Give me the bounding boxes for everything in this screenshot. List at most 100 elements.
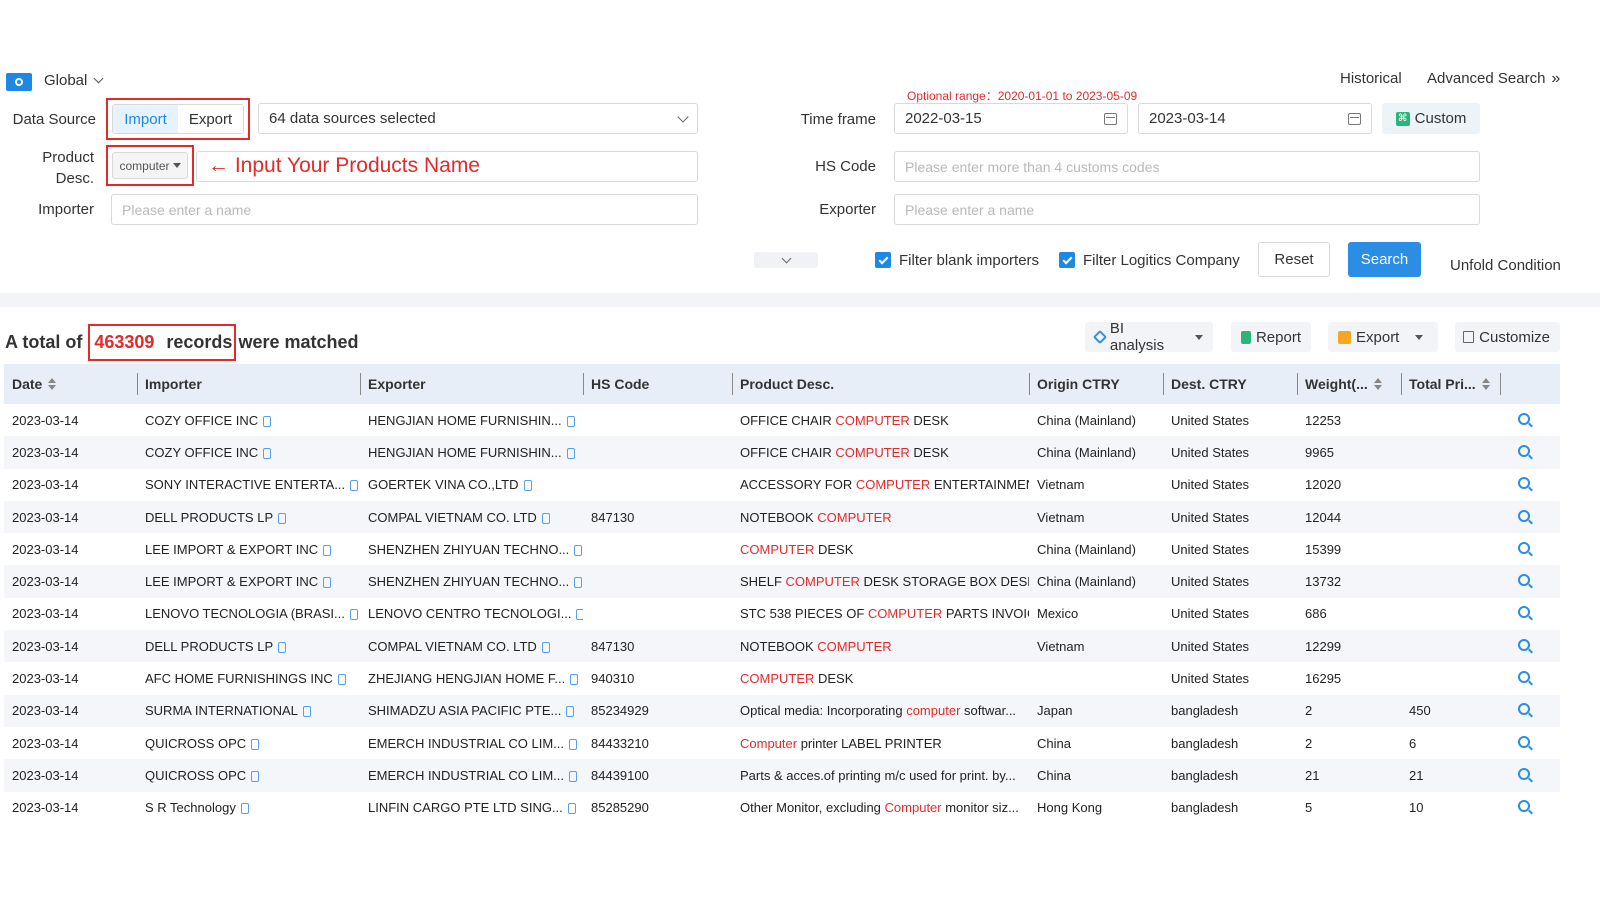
search-button[interactable]: Search (1348, 242, 1421, 277)
bi-analysis-button[interactable]: BI analysis (1085, 320, 1213, 354)
search-icon[interactable] (1518, 444, 1530, 457)
copy-icon[interactable] (541, 641, 550, 653)
copy-icon[interactable] (568, 770, 577, 782)
export-button[interactable]: Export (1328, 322, 1438, 352)
cell-importer[interactable]: S R Technology (137, 800, 360, 815)
search-icon[interactable] (1518, 671, 1530, 684)
import-tab[interactable]: Import (113, 105, 178, 133)
copy-icon[interactable] (278, 641, 287, 653)
cell-exporter[interactable]: GOERTEK VINA CO.,LTD (360, 477, 583, 492)
custom-range-button[interactable]: ⌘ Custom (1382, 103, 1480, 134)
sort-icon[interactable] (48, 378, 57, 390)
table-row[interactable]: 2023-03-14 COZY OFFICE INC HENGJIAN HOME F… (4, 436, 1560, 469)
cell-importer[interactable]: QUICROSS OPC (137, 768, 360, 783)
data-sources-select[interactable]: 64 data sources selected (258, 103, 698, 134)
filter-logistics-company[interactable]: Filter Logitics Company (1059, 251, 1240, 269)
search-icon[interactable] (1518, 477, 1530, 490)
col-weight[interactable]: Weight(... (1297, 364, 1401, 404)
copy-icon[interactable] (337, 674, 346, 686)
table-row[interactable]: 2023-03-14 LEE IMPORT & EXPORT INC SHENZHE… (4, 533, 1560, 565)
product-match-select[interactable]: computer (112, 152, 188, 179)
table-row[interactable]: 2023-03-14 QUICROSS OPC EMERCH INDUSTRIAL … (4, 727, 1560, 759)
collapse-toggle[interactable] (754, 252, 818, 268)
cell-exporter[interactable]: COMPAL VIETNAM CO. LTD (360, 639, 583, 654)
copy-icon[interactable] (263, 415, 272, 427)
cell-exporter[interactable]: ZHEJIANG HENGJIAN HOME F... (360, 671, 583, 686)
copy-icon[interactable] (574, 544, 583, 556)
search-icon[interactable] (1518, 574, 1530, 587)
cell-importer[interactable]: COZY OFFICE INC (137, 445, 360, 460)
col-total-price[interactable]: Total Pri... (1401, 364, 1500, 404)
copy-icon[interactable] (350, 480, 359, 492)
table-row[interactable]: 2023-03-14 QUICROSS OPC EMERCH INDUSTRIAL … (4, 759, 1560, 792)
table-row[interactable]: 2023-03-14 DELL PRODUCTS LP COMPAL VIETNAM… (4, 630, 1560, 663)
scope-selector[interactable]: Global (44, 72, 104, 89)
cell-exporter[interactable]: SHENZHEN ZHIYUAN TECHNO... (360, 542, 583, 557)
checkbox-checked-icon[interactable] (1059, 252, 1075, 269)
cell-exporter[interactable]: SHIMADZU ASIA PACIFIC PTE... (360, 703, 583, 718)
copy-icon[interactable] (566, 448, 575, 459)
date-from-input[interactable]: 2022-03-15 (894, 103, 1128, 134)
cell-importer[interactable]: QUICROSS OPC (137, 736, 360, 751)
search-icon[interactable] (1518, 767, 1530, 780)
copy-icon[interactable] (263, 448, 272, 459)
exporter-input[interactable] (894, 194, 1480, 225)
copy-icon[interactable] (568, 738, 577, 750)
cell-importer[interactable]: SONY INTERACTIVE ENTERTA... (137, 477, 360, 492)
copy-icon[interactable] (323, 544, 332, 556)
unfold-condition-link[interactable]: Unfold Condition (1450, 257, 1561, 274)
search-icon[interactable] (1518, 735, 1530, 748)
cell-exporter[interactable]: LENOVO CENTRO TECNOLOGI... (360, 606, 583, 621)
cell-exporter[interactable]: HENGJIAN HOME FURNISHIN... (360, 445, 583, 460)
cell-importer[interactable]: LENOVO TECNOLOGIA (BRASI... (137, 606, 360, 621)
cell-exporter[interactable]: SHENZHEN ZHIYUAN TECHNO... (360, 574, 583, 589)
copy-icon[interactable] (570, 674, 579, 686)
search-icon[interactable] (1518, 541, 1530, 554)
cell-importer[interactable]: SURMA INTERNATIONAL (137, 703, 360, 718)
filter-blank-importers[interactable]: Filter blank importers (875, 251, 1039, 269)
table-row[interactable]: 2023-03-14 DELL PRODUCTS LP COMPAL VIETNAM… (4, 500, 1560, 534)
globe-icon[interactable] (6, 73, 32, 91)
search-icon[interactable] (1518, 703, 1530, 716)
cell-importer[interactable]: LEE IMPORT & EXPORT INC (137, 542, 360, 557)
cell-importer[interactable]: DELL PRODUCTS LP (137, 510, 360, 525)
copy-icon[interactable] (349, 609, 358, 621)
copy-icon[interactable] (576, 609, 583, 621)
copy-icon[interactable] (566, 706, 575, 718)
copy-icon[interactable] (240, 803, 249, 815)
search-icon[interactable] (1518, 412, 1530, 425)
advanced-search-link[interactable]: Advanced Search » (1427, 70, 1560, 88)
copy-icon[interactable] (251, 738, 260, 750)
cell-importer[interactable]: LEE IMPORT & EXPORT INC (137, 574, 360, 589)
table-row[interactable]: 2023-03-14 S R Technology LINFIN CARGO PTE… (4, 792, 1560, 824)
search-icon[interactable] (1518, 638, 1530, 651)
sort-icon[interactable] (1373, 378, 1382, 390)
cell-importer[interactable]: DELL PRODUCTS LP (137, 639, 360, 654)
cell-exporter[interactable]: HENGJIAN HOME FURNISHIN... (360, 413, 583, 428)
copy-icon[interactable] (567, 803, 576, 815)
checkbox-checked-icon[interactable] (875, 252, 891, 269)
copy-icon[interactable] (323, 577, 332, 589)
search-icon[interactable] (1518, 509, 1530, 522)
cell-exporter[interactable]: COMPAL VIETNAM CO. LTD (360, 510, 583, 525)
table-row[interactable]: 2023-03-14 COZY OFFICE INC HENGJIAN HOME F… (4, 404, 1560, 436)
col-date[interactable]: Date (4, 364, 137, 404)
cell-importer[interactable]: COZY OFFICE INC (137, 413, 360, 428)
copy-icon[interactable] (541, 512, 550, 524)
customize-button[interactable]: Customize (1455, 322, 1560, 352)
cell-importer[interactable]: AFC HOME FURNISHINGS INC (137, 671, 360, 686)
copy-icon[interactable] (302, 706, 311, 718)
copy-icon[interactable] (574, 577, 583, 589)
date-to-input[interactable]: 2023-03-14 (1138, 103, 1372, 134)
sort-icon[interactable] (1481, 378, 1490, 390)
hs-code-input[interactable] (894, 151, 1480, 182)
reset-button[interactable]: Reset (1258, 242, 1330, 277)
search-icon[interactable] (1518, 800, 1530, 813)
table-row[interactable]: 2023-03-14 LEE IMPORT & EXPORT INC SHENZHE… (4, 565, 1560, 598)
table-row[interactable]: 2023-03-14 SONY INTERACTIVE ENTERTA... GOE… (4, 469, 1560, 501)
importer-input[interactable] (111, 194, 698, 225)
historical-link[interactable]: Historical (1340, 70, 1402, 87)
copy-icon[interactable] (278, 512, 287, 524)
cell-exporter[interactable]: EMERCH INDUSTRIAL CO LIM... (360, 768, 583, 783)
cell-exporter[interactable]: LINFIN CARGO PTE LTD SING... (360, 800, 583, 815)
